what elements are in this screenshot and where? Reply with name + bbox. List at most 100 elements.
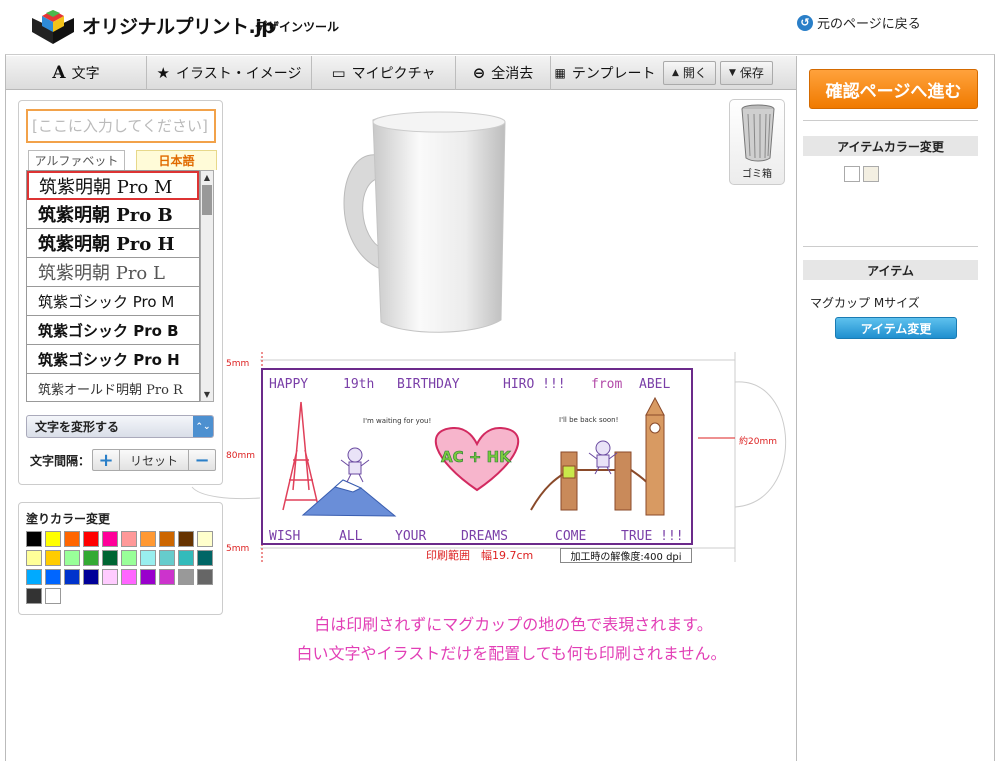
- arrow-up-icon: ▲: [672, 67, 679, 78]
- dim-handle: 約20mm: [739, 437, 777, 447]
- design-bottom-word-3: DREAMS: [461, 529, 508, 543]
- palette-swatch[interactable]: [83, 569, 99, 585]
- item-heading: アイテム: [803, 260, 978, 280]
- palette-swatch[interactable]: [178, 569, 194, 585]
- font-item[interactable]: 筑紫明朝 Pro B: [27, 200, 199, 229]
- font-item[interactable]: 筑紫明朝 Pro L: [27, 258, 199, 287]
- font-item[interactable]: 筑紫ゴシック Pro H: [27, 345, 199, 374]
- letter-spacing-label: 文字間隔：: [30, 454, 91, 468]
- palette-swatch[interactable]: [45, 569, 61, 585]
- design-bottom-word-5: TRUE !!!: [621, 529, 684, 543]
- spacing-reset-button[interactable]: リセット: [119, 450, 189, 470]
- palette-swatch[interactable]: [64, 550, 80, 566]
- open-button[interactable]: ▲ 開く: [663, 60, 716, 85]
- arrow-down-icon: ▼: [728, 67, 736, 78]
- palette-swatch[interactable]: [121, 531, 137, 547]
- palette-swatch[interactable]: [83, 550, 99, 566]
- palette-swatch[interactable]: [45, 531, 61, 547]
- design-top-word-0: HAPPY: [269, 377, 308, 392]
- monitor-icon: ▭: [331, 64, 346, 82]
- palette-swatch[interactable]: [102, 531, 118, 547]
- save-button[interactable]: ▼ 保存: [719, 60, 773, 85]
- design-bottom-word-1: ALL: [339, 529, 363, 543]
- logo-subtitle: デザインツール: [255, 20, 340, 34]
- palette-swatch[interactable]: [197, 569, 213, 585]
- main-toolbar: A 文字 ★ イラスト・イメージ ▭ マイピクチャ ⊖ 全消去 ▦ テンプレート…: [6, 56, 796, 90]
- font-item[interactable]: 筑紫明朝 Pro M: [27, 171, 199, 200]
- font-list: 筑紫明朝 Pro M 筑紫明朝 Pro B 筑紫明朝 Pro H 筑紫明朝 Pr…: [26, 170, 200, 402]
- template-button[interactable]: ▦ テンプレート: [551, 56, 659, 90]
- item-color-heading: アイテムカラー変更: [803, 136, 978, 156]
- tokyo-tower-drawing: [282, 401, 320, 511]
- palette-swatch[interactable]: [197, 550, 213, 566]
- tab-alphabet[interactable]: アルファベット: [28, 150, 125, 170]
- palette-swatch[interactable]: [159, 569, 175, 585]
- palette-swatch[interactable]: [83, 531, 99, 547]
- big-ben-drawing: [645, 396, 665, 516]
- back-to-page-link[interactable]: ↺ 元のページに戻る: [797, 13, 921, 32]
- palette-swatch[interactable]: [102, 550, 118, 566]
- dim-height: 80mm: [226, 451, 255, 461]
- trash-label: ゴミ箱: [742, 169, 772, 180]
- clear-all-button[interactable]: ⊖ 全消去: [456, 56, 551, 90]
- grid-icon: ▦: [554, 66, 566, 80]
- palette-swatch[interactable]: [45, 550, 61, 566]
- clear-all-label: 全消去: [491, 66, 534, 82]
- palette-swatch[interactable]: [178, 531, 194, 547]
- font-item[interactable]: 筑紫ゴシック Pro M: [27, 287, 199, 316]
- item-change-button[interactable]: アイテム変更: [835, 317, 957, 339]
- text-input[interactable]: [26, 109, 216, 143]
- design-top-word-1: 19th: [343, 377, 374, 392]
- text-tool-button[interactable]: A 文字: [6, 56, 147, 90]
- design-top-word-3: HIRO !!!: [503, 377, 566, 392]
- spacing-plus-button[interactable]: +: [93, 450, 119, 471]
- design-top-word-4: from: [591, 377, 622, 392]
- speech-bubble-right: I'll be back soon!: [559, 416, 618, 424]
- scroll-up-icon[interactable]: ▲: [201, 171, 213, 184]
- palette-swatch[interactable]: [121, 550, 137, 566]
- font-item[interactable]: 筑紫オールド明朝 Pro R: [27, 374, 199, 401]
- print-range-label: 印刷範囲 幅19.7cm: [426, 549, 534, 562]
- file-actions: ▲ 開く ▼ 保存: [659, 56, 773, 89]
- palette-swatch[interactable]: [121, 569, 137, 585]
- dim-top: 5mm: [226, 359, 250, 369]
- palette-swatch[interactable]: [140, 550, 156, 566]
- minus-circle-icon: ⊖: [472, 64, 486, 82]
- trash-button[interactable]: ゴミ箱: [729, 99, 785, 185]
- notice-line-1: 白は印刷されずにマグカップの地の色で表現されます。: [314, 615, 713, 634]
- item-color-white[interactable]: [844, 166, 860, 182]
- transform-text-select[interactable]: 文字を変形する ⌃⌄: [26, 415, 214, 438]
- palette-swatch[interactable]: [26, 550, 42, 566]
- item-color-ivory[interactable]: [863, 166, 879, 182]
- confirm-page-button[interactable]: 確認ページへ進む: [809, 69, 978, 109]
- palette-swatch[interactable]: [64, 531, 80, 547]
- palette-swatch[interactable]: [159, 531, 175, 547]
- palette-swatch[interactable]: [178, 550, 194, 566]
- palette-swatch[interactable]: [64, 569, 80, 585]
- logo-cube-icon: [32, 10, 74, 44]
- scroll-thumb[interactable]: [202, 185, 212, 215]
- palette-swatch[interactable]: [102, 569, 118, 585]
- tab-japanese[interactable]: 日本語: [136, 150, 217, 170]
- design-bottom-word-0: WISH: [269, 529, 300, 543]
- mypicture-tool-button[interactable]: ▭ マイピクチャ: [312, 56, 456, 90]
- palette-swatch[interactable]: [26, 531, 42, 547]
- palette-swatch[interactable]: [140, 531, 156, 547]
- design-top-word-5: ABEL: [639, 377, 670, 392]
- palette-swatch[interactable]: [45, 588, 61, 604]
- palette-swatch[interactable]: [159, 550, 175, 566]
- print-area-canvas[interactable]: HAPPY 19th BIRTHDAY HIRO !!! from ABEL W…: [261, 368, 693, 545]
- font-item[interactable]: 筑紫明朝 Pro H: [27, 229, 199, 258]
- font-item[interactable]: 筑紫ゴシック Pro B: [27, 316, 199, 345]
- divider: [803, 120, 978, 121]
- divider: [803, 246, 978, 247]
- design-bottom-word-2: YOUR: [395, 529, 426, 543]
- illust-tool-button[interactable]: ★ イラスト・イメージ: [147, 56, 312, 90]
- palette-swatch[interactable]: [140, 569, 156, 585]
- palette-swatch[interactable]: [197, 531, 213, 547]
- notice-line-2: 白い文字やイラストだけを配置しても何も印刷されません。: [296, 644, 727, 663]
- palette-swatch[interactable]: [26, 588, 42, 604]
- palette-swatch[interactable]: [26, 569, 42, 585]
- back-link-label: 元のページに戻る: [817, 17, 921, 32]
- heart-initials: AC + HK: [441, 448, 512, 466]
